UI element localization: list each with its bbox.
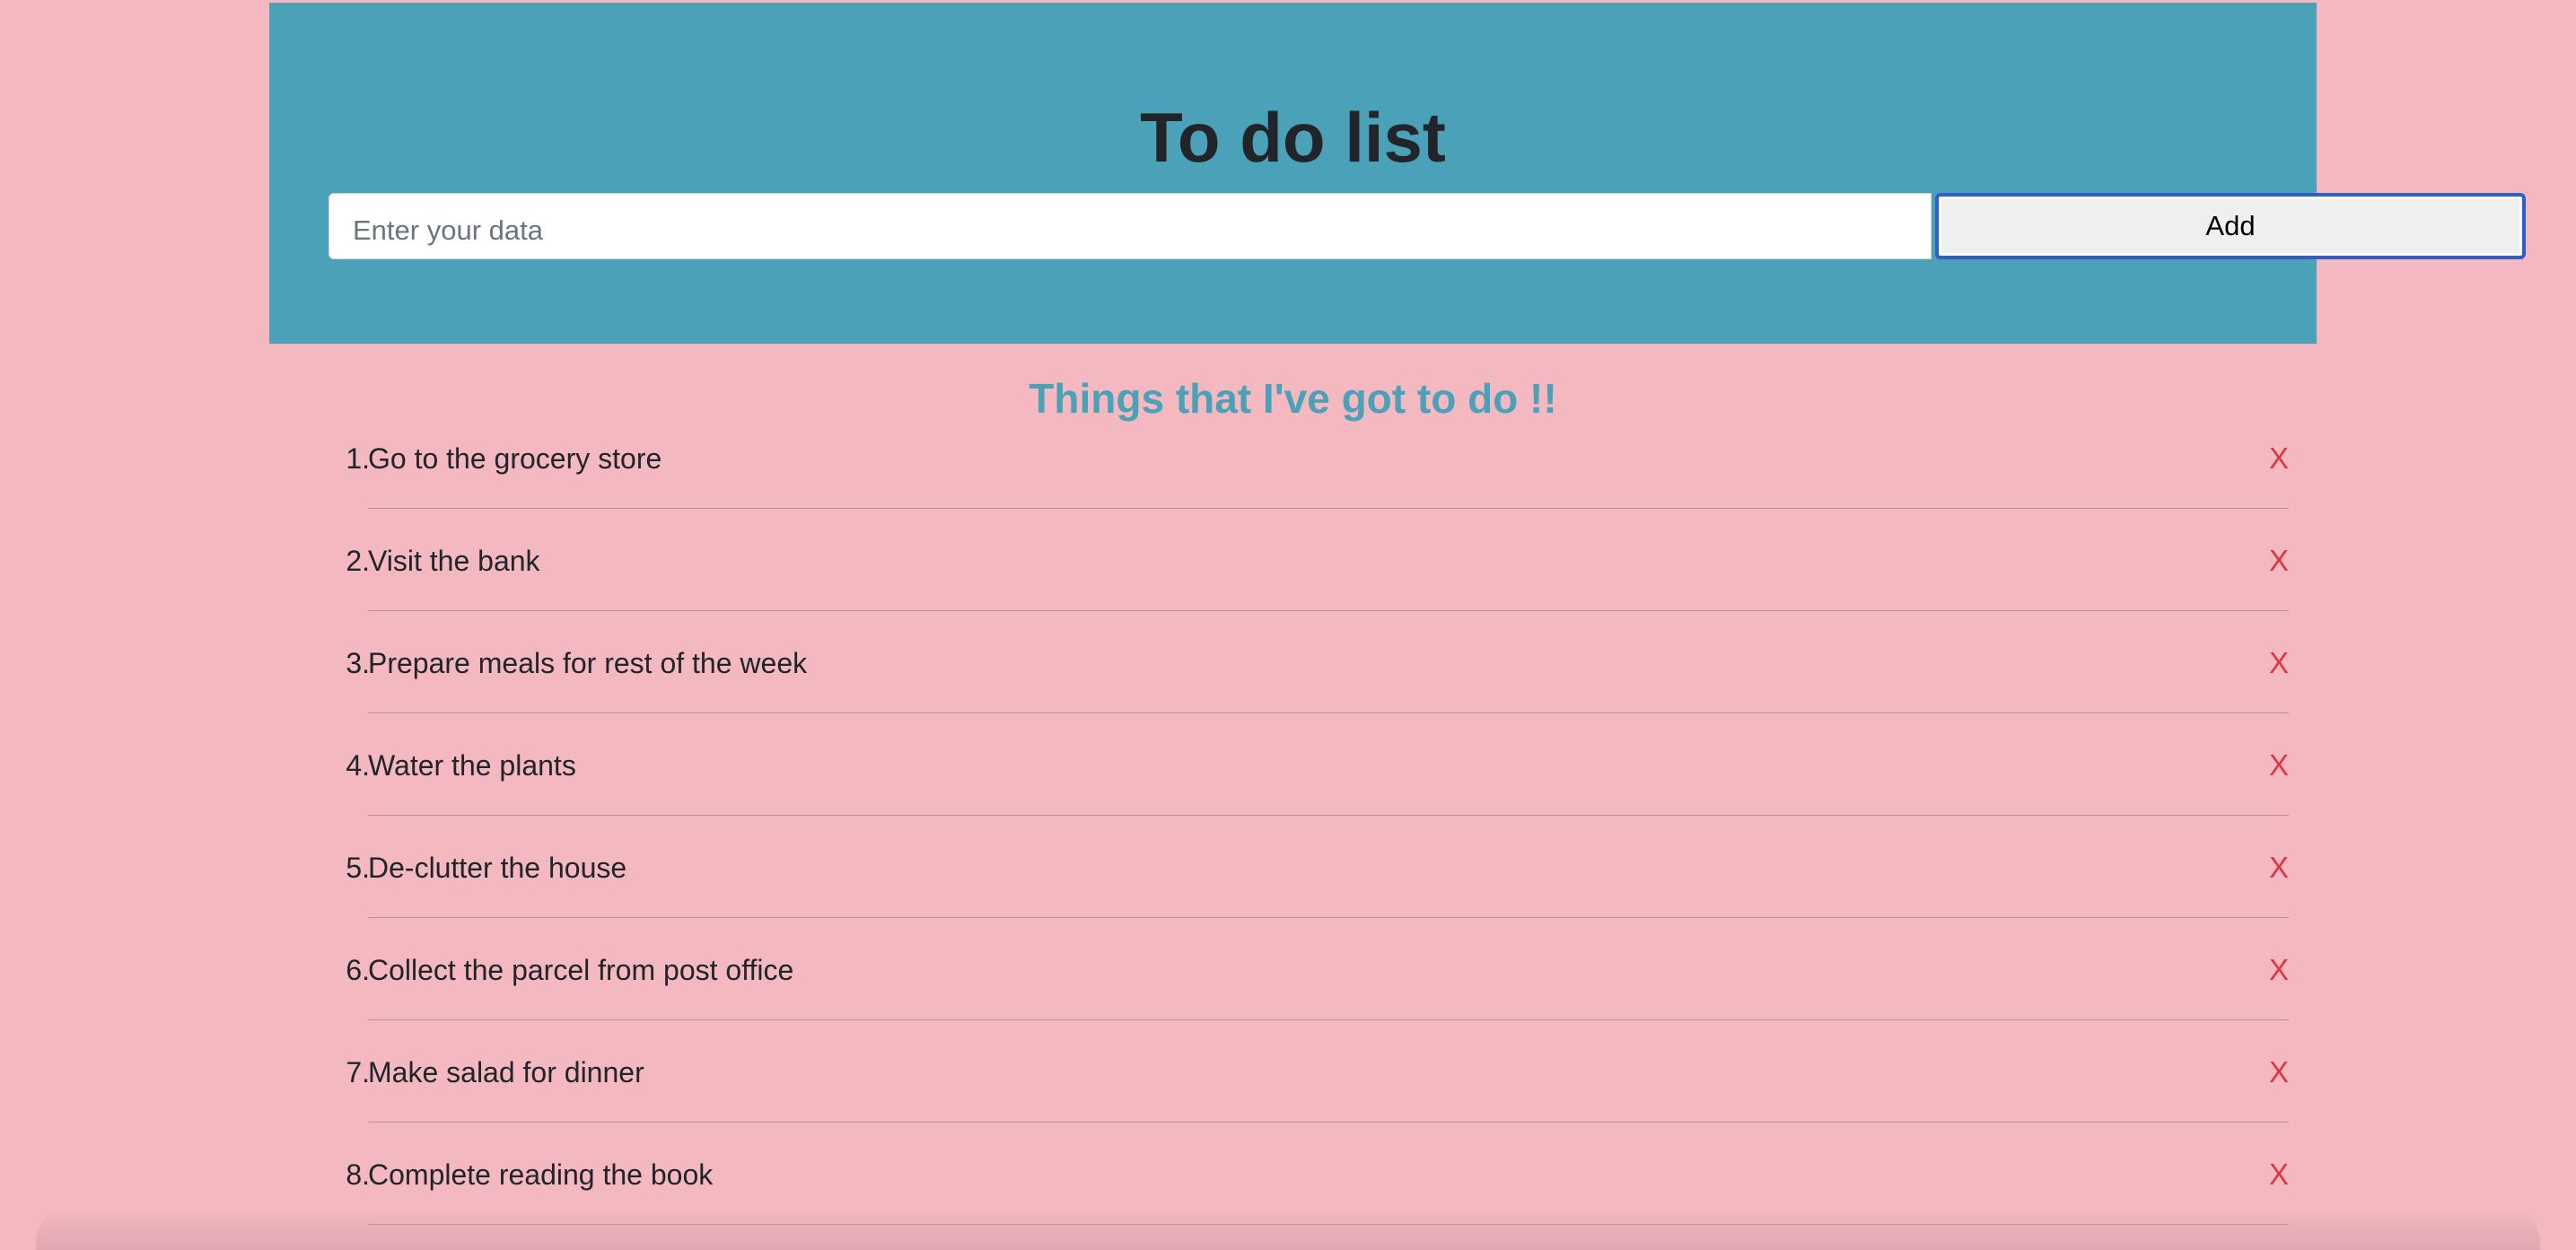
delete-item-button[interactable]: X xyxy=(2265,944,2292,996)
header-panel: To do list Add xyxy=(269,3,2526,344)
list-heading: Things that I've got to do !! xyxy=(1029,375,1557,422)
item-text: Complete reading the book xyxy=(368,1158,714,1191)
list-item: 1. Go to the grocery store X xyxy=(334,433,2289,535)
item-text: Prepare meals for rest of the week xyxy=(368,647,808,679)
item-text: De-clutter the house xyxy=(368,852,627,884)
list-item: 4. Water the plants X xyxy=(334,739,2289,842)
page: To do list Add Things that I've got to d… xyxy=(0,0,2576,1250)
delete-item-button[interactable]: X xyxy=(2265,535,2292,587)
item-text: Go to the grocery store xyxy=(368,442,662,475)
delete-item-button[interactable]: X xyxy=(2265,739,2292,791)
divider xyxy=(368,508,2289,509)
item-number: 6. xyxy=(346,954,370,986)
delete-item-button[interactable]: X xyxy=(2265,637,2292,689)
list-item: 3. Prepare meals for rest of the week X xyxy=(334,637,2289,739)
item-number: 7. xyxy=(346,1056,370,1088)
divider xyxy=(368,1019,2289,1020)
add-button[interactable]: Add xyxy=(1935,193,2526,259)
divider xyxy=(368,712,2289,713)
item-text: Make salad for dinner xyxy=(368,1056,644,1088)
todo-entry-input[interactable] xyxy=(329,193,1932,259)
item-number: 1. xyxy=(346,442,370,475)
divider xyxy=(368,917,2289,918)
page-title: To do list xyxy=(1140,98,1446,177)
list-item: 7. Make salad for dinner X xyxy=(334,1046,2289,1149)
divider xyxy=(368,815,2289,816)
app-container: To do list Add Things that I've got to d… xyxy=(269,0,2526,1250)
list-item: 8. Complete reading the book X xyxy=(334,1149,2289,1250)
item-text: Collect the parcel from post office xyxy=(368,954,794,986)
delete-item-button[interactable]: X xyxy=(2265,1149,2292,1201)
divider xyxy=(368,1122,2289,1123)
delete-item-button[interactable]: X xyxy=(2265,1046,2292,1098)
list-item: 2. Visit the bank X xyxy=(334,535,2289,637)
item-number: 8. xyxy=(346,1158,370,1191)
list-item: 6. Collect the parcel from post office X xyxy=(334,944,2289,1046)
item-number: 2. xyxy=(346,545,370,577)
item-number: 4. xyxy=(346,749,370,782)
item-text: Visit the bank xyxy=(368,545,540,577)
list-item: 5. De-clutter the house X xyxy=(334,842,2289,944)
divider xyxy=(368,610,2289,611)
divider xyxy=(368,1224,2289,1225)
delete-item-button[interactable]: X xyxy=(2265,842,2292,894)
item-number: 5. xyxy=(346,852,370,884)
delete-item-button[interactable]: X xyxy=(2265,433,2292,485)
item-number: 3. xyxy=(346,647,370,679)
item-text: Water the plants xyxy=(368,749,576,782)
